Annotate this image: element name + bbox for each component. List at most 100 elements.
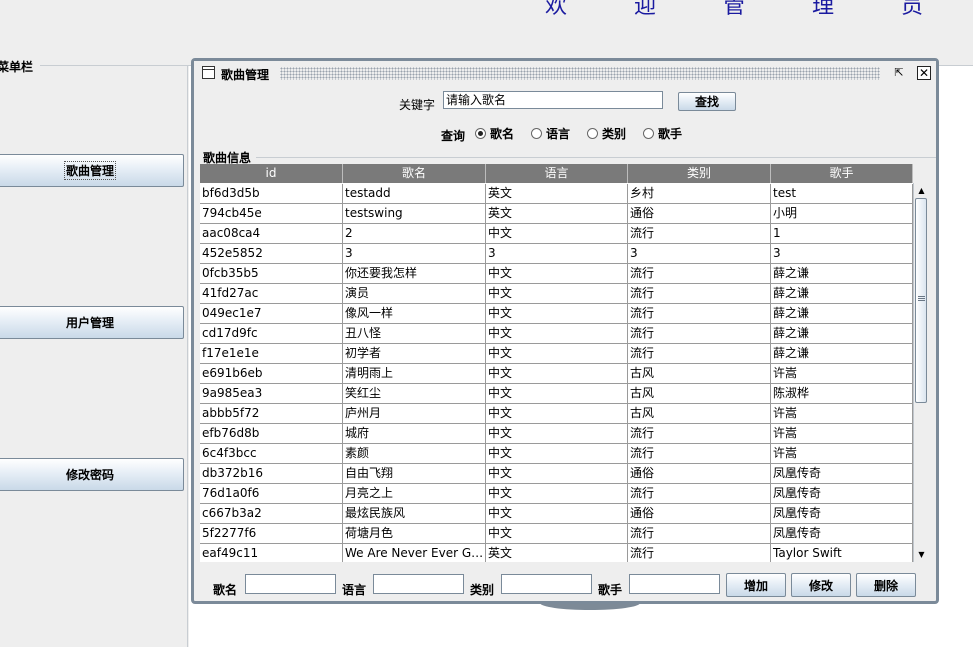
table-row[interactable]: 794cb45e testswing 英文 通俗 小明 — [200, 204, 913, 224]
table-cell: bf6d3d5b — [200, 184, 343, 203]
table-row[interactable]: c667b3a2 最炫民族风 中文 通俗 凤凰传奇 — [200, 504, 913, 524]
table-cell: 76d1a0f6 — [200, 484, 343, 503]
restore-icon[interactable]: ⇱ — [891, 66, 907, 80]
table-row[interactable]: cd17d9fc 丑八怪 中文 流行 薛之谦 — [200, 324, 913, 344]
table-cell: 794cb45e — [200, 204, 343, 223]
table-cell: 英文 — [486, 544, 628, 562]
table-cell: aac08ca4 — [200, 224, 343, 243]
radio-category[interactable]: 类别 — [587, 125, 626, 142]
menu-song-management-button[interactable]: 歌曲管理 — [0, 154, 184, 187]
table-cell: 中文 — [486, 304, 628, 323]
table-cell: 薛之谦 — [771, 344, 913, 363]
table-cell: 许嵩 — [771, 444, 913, 463]
delete-button[interactable]: 删除 — [856, 573, 916, 597]
table-cell: 小明 — [771, 204, 913, 223]
table-row[interactable]: 76d1a0f6 月亮之上 中文 流行 凤凰传奇 — [200, 484, 913, 504]
column-header[interactable]: 语言 — [486, 164, 628, 183]
table-cell: 自由飞翔 — [343, 464, 486, 483]
table-cell: 初学者 — [343, 344, 486, 363]
window-titlebar[interactable]: 歌曲管理 ⇱ ✕ — [194, 61, 936, 87]
column-header[interactable]: 歌名 — [343, 164, 486, 183]
find-button[interactable]: 查找 — [678, 92, 736, 111]
edit-song-name-input[interactable] — [245, 574, 336, 594]
table-cell: 笑红尘 — [343, 384, 486, 403]
menu-user-management-button[interactable]: 用户管理 — [0, 306, 184, 339]
edit-singer-input[interactable] — [629, 574, 720, 594]
radio-language[interactable]: 语言 — [531, 125, 570, 142]
radio-selected-icon — [475, 128, 486, 139]
table-row[interactable]: f17e1e1e 初学者 中文 流行 薛之谦 — [200, 344, 913, 364]
table-cell: 乡村 — [628, 184, 771, 203]
table-cell: 薛之谦 — [771, 264, 913, 283]
table-cell: 中文 — [486, 484, 628, 503]
radio-category-label: 类别 — [602, 127, 627, 141]
table-cell: c667b3a2 — [200, 504, 343, 523]
menu-divider — [40, 65, 190, 66]
radio-unselected-icon — [531, 128, 542, 139]
table-cell: 凤凰传奇 — [771, 504, 913, 523]
table-cell: 9a985ea3 — [200, 384, 343, 403]
edit-language-input[interactable] — [373, 574, 464, 594]
table-cell: 中文 — [486, 404, 628, 423]
table-cell: testadd — [343, 184, 486, 203]
table-row[interactable]: 9a985ea3 笑红尘 中文 古风 陈淑桦 — [200, 384, 913, 404]
table-cell: 流行 — [628, 484, 771, 503]
table-body: bf6d3d5b testadd 英文 乡村 test 794cb45e testswing… — [200, 184, 913, 562]
menu-change-password-button[interactable]: 修改密码 — [0, 458, 184, 491]
table-row[interactable]: 049ec1e7 像风一样 中文 流行 薛之谦 — [200, 304, 913, 324]
table-cell: 中文 — [486, 424, 628, 443]
table-cell: 中文 — [486, 224, 628, 243]
table-cell: 月亮之上 — [343, 484, 486, 503]
table-row[interactable]: e691b6eb 清明雨上 中文 古风 许嵩 — [200, 364, 913, 384]
table-cell: 英文 — [486, 204, 628, 223]
column-header[interactable]: 类别 — [628, 164, 771, 183]
keyword-input[interactable]: 请输入歌名 — [443, 91, 663, 109]
table-row[interactable]: eaf49c11We Are Never Ever Getti...英文流行Ta… — [200, 544, 913, 562]
table-cell: 流行 — [628, 444, 771, 463]
table-cell: Taylor Swift — [771, 544, 913, 562]
table-row[interactable]: aac08ca4 2 中文 流行 1 — [200, 224, 913, 244]
table-row[interactable]: 41fd27ac 演员 中文 流行 薛之谦 — [200, 284, 913, 304]
table-row[interactable]: 5f2277f6 荷塘月色 中文 流行 凤凰传奇 — [200, 524, 913, 544]
modify-button-label: 修改 — [808, 578, 833, 593]
table-cell: db372b16 — [200, 464, 343, 483]
table-cell: 古风 — [628, 384, 771, 403]
radio-unselected-icon — [643, 128, 654, 139]
table-cell: 中文 — [486, 464, 628, 483]
column-header[interactable]: 歌手 — [771, 164, 913, 183]
table-cell: 流行 — [628, 544, 771, 562]
table-cell: 荷塘月色 — [343, 524, 486, 543]
table-cell: 3 — [486, 244, 628, 263]
add-button[interactable]: 增加 — [726, 573, 786, 597]
table-cell: 2 — [343, 224, 486, 243]
table-cell: 庐州月 — [343, 404, 486, 423]
table-cell: 1 — [771, 224, 913, 243]
menu-user-management-label: 用户管理 — [65, 316, 114, 330]
table-cell: 中文 — [486, 324, 628, 343]
table-cell: 薛之谦 — [771, 304, 913, 323]
scroll-down-icon[interactable]: ▼ — [914, 547, 929, 562]
column-header[interactable]: id — [200, 164, 343, 183]
menu-song-management-label: 歌曲管理 — [63, 161, 116, 180]
table-cell: efb76d8b — [200, 424, 343, 443]
table-row[interactable]: 0fcb35b5 你还要我怎样 中文 流行 薛之谦 — [200, 264, 913, 284]
song-management-window: 歌曲管理 ⇱ ✕ 关键字 请输入歌名 查找 查询 歌名 语言 类别 歌手 歌曲信… — [191, 58, 939, 604]
edit-category-input[interactable] — [501, 574, 592, 594]
query-label: 查询 — [441, 129, 466, 143]
table-cell: 41fd27ac — [200, 284, 343, 303]
table-cell: 凤凰传奇 — [771, 484, 913, 503]
table-row[interactable]: efb76d8b 城府 中文 流行 许嵩 — [200, 424, 913, 444]
table-row[interactable]: 452e5852 3 3 3 3 — [200, 244, 913, 264]
table-row[interactable]: bf6d3d5b testadd 英文 乡村 test — [200, 184, 913, 204]
radio-song-name[interactable]: 歌名 — [475, 125, 514, 142]
table-row[interactable]: db372b16 自由飞翔 中文 通俗 凤凰传奇 — [200, 464, 913, 484]
table-cell: 最炫民族风 — [343, 504, 486, 523]
table-row[interactable]: abbb5f72 庐州月 中文 古风 许嵩 — [200, 404, 913, 424]
scroll-up-icon[interactable]: ▲ — [914, 183, 929, 198]
close-icon[interactable]: ✕ — [917, 66, 931, 80]
table-row[interactable]: 6c4f3bcc 素颜 中文 流行 许嵩 — [200, 444, 913, 464]
modify-button[interactable]: 修改 — [791, 573, 851, 597]
radio-singer[interactable]: 歌手 — [643, 125, 682, 142]
scroll-thumb[interactable] — [915, 198, 927, 403]
table-scrollbar[interactable]: ▲ ▼ — [913, 183, 929, 562]
